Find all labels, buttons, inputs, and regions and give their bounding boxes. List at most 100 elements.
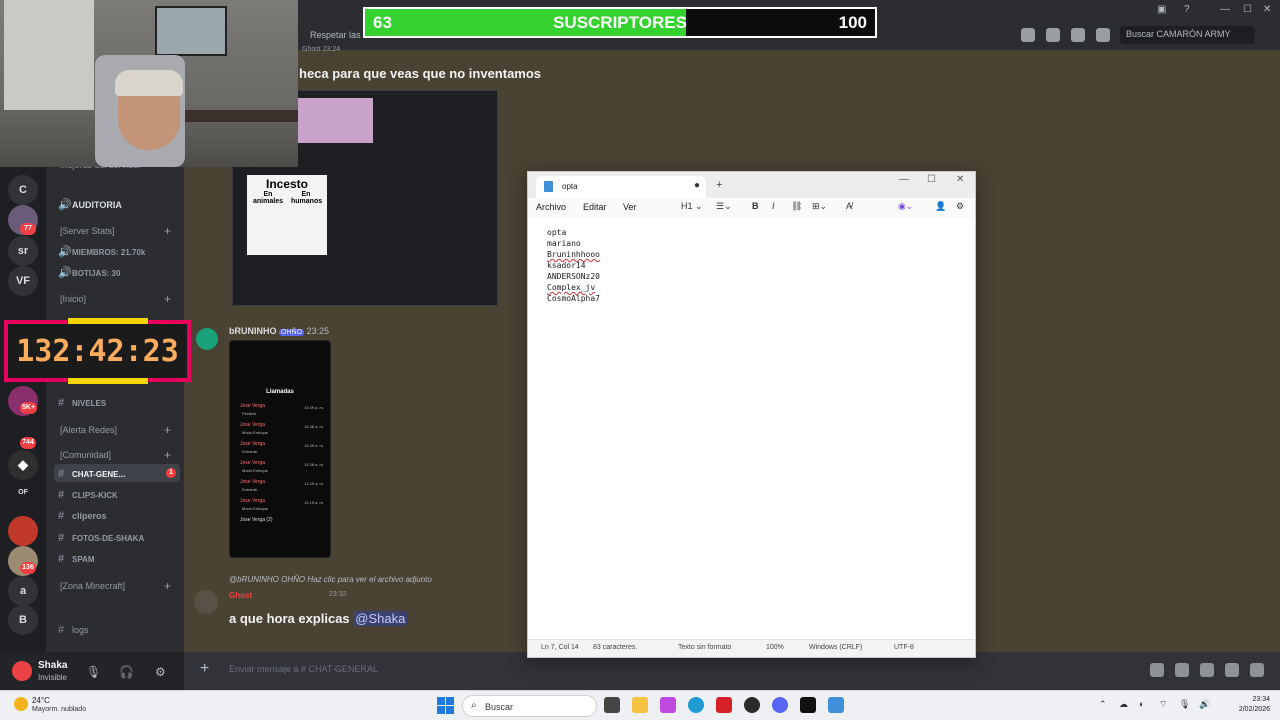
microphone-icon[interactable]: 🎙 [86, 665, 101, 679]
channel-members[interactable]: 🔊MIEMBROS: 21.70k [54, 241, 180, 259]
menu-archivo[interactable]: Archivo [536, 202, 566, 212]
server-icon[interactable]: a [8, 576, 38, 606]
channel-clips-kick[interactable]: # CLIPS-KICK [54, 485, 180, 503]
inbox-icon[interactable]: ▣ [1157, 4, 1166, 15]
user-mention[interactable]: @Shaka [353, 611, 408, 626]
channel-cliperos[interactable]: # cliperos [54, 506, 180, 524]
italic-icon[interactable]: I [772, 201, 775, 211]
discord-icon[interactable] [772, 697, 788, 713]
unsaved-dot-icon[interactable]: ● [694, 180, 700, 191]
channel-spam[interactable]: # SPAM [54, 549, 180, 567]
author-name[interactable]: bRUNINHO [229, 326, 277, 336]
copilot-icon[interactable] [660, 697, 676, 713]
server-icon[interactable]: B [8, 605, 38, 635]
settings-icon[interactable]: ⚙ [956, 201, 964, 212]
channel-fotos-de-shaka[interactable]: # FOTOS-DE-SHAKA [54, 528, 180, 546]
username[interactable]: Shaka [38, 660, 67, 671]
apps-icon[interactable] [1250, 663, 1264, 677]
windows-start-icon[interactable] [437, 697, 454, 714]
author-name[interactable]: Ghost [229, 591, 252, 600]
maximize-icon[interactable]: ☐ [927, 174, 936, 185]
copilot-icon[interactable]: ◉⌄ [898, 201, 913, 212]
threads-icon[interactable] [1021, 28, 1035, 42]
add-channel-icon[interactable]: + [164, 448, 171, 462]
channel-bots[interactable]: 🔊BOTIJAS: 30 [54, 262, 180, 280]
weather-icon[interactable] [14, 697, 28, 711]
close-icon[interactable]: ✕ [1263, 4, 1271, 15]
video-thumbnail[interactable] [298, 98, 373, 143]
search-input[interactable]: Buscar CAMARÓN ARMY [1120, 26, 1255, 44]
microphone-icon[interactable]: 🎙 [1179, 699, 1190, 710]
account-icon[interactable]: 👤 [935, 201, 946, 212]
taskbar-search[interactable]: ⌕ Buscar [462, 695, 597, 717]
onedrive-icon[interactable]: ☁ [1119, 699, 1128, 710]
notepad-taskbar-icon[interactable] [828, 697, 844, 713]
notepad-editor[interactable]: opta mariano Bruninhhooo ksador14 ANDERS… [528, 218, 975, 633]
channel-logs[interactable]: # logs [54, 620, 180, 638]
table-dropdown-icon[interactable]: ⊞⌄ [812, 201, 827, 212]
server-icon[interactable]: OF [8, 478, 38, 508]
clear-format-icon[interactable]: A̸ [846, 201, 852, 211]
add-channel-icon[interactable]: + [164, 224, 171, 238]
channel-auditoria[interactable]: 🔊AUDITORIA [54, 194, 180, 212]
minimize-icon[interactable]: — [899, 174, 909, 185]
sticker-icon[interactable] [1200, 663, 1214, 677]
tray-chevron-icon[interactable]: ⌃ [1099, 699, 1107, 710]
file-explorer-icon[interactable] [632, 697, 648, 713]
pin-icon[interactable] [1071, 28, 1085, 42]
notepad-tab[interactable]: opta ● [536, 176, 706, 198]
add-channel-icon[interactable]: + [164, 579, 171, 593]
add-channel-icon[interactable]: + [164, 423, 171, 437]
temperature[interactable]: 24°C [32, 696, 50, 705]
category-zona-minecraft[interactable]: [Zona Minecraft] [60, 581, 125, 591]
member-list-icon[interactable] [1096, 28, 1110, 42]
maximize-icon[interactable]: ☐ [1243, 4, 1252, 15]
server-icon[interactable]: ◆ [8, 450, 38, 480]
avatar[interactable] [12, 661, 32, 681]
wps-icon[interactable] [716, 697, 732, 713]
channel-chat-general[interactable]: # CHAT-GENE... 1 [54, 464, 180, 482]
message-input[interactable]: Enviar mensaje a # CHAT-GENERAL [229, 664, 378, 674]
clock-date[interactable]: 2/02/2026 [1220, 706, 1270, 713]
obs-icon[interactable] [744, 697, 760, 713]
reply-preview[interactable]: @bRUNINHO OHÑO Haz clic para ver el arch… [229, 575, 432, 584]
emoji-icon[interactable] [1225, 663, 1239, 677]
headphones-icon[interactable]: 🎧 [119, 665, 134, 679]
capcut-icon[interactable] [800, 697, 816, 713]
wifi-icon[interactable]: ⌔ [1159, 699, 1167, 710]
gif-icon[interactable] [1175, 663, 1189, 677]
server-icon[interactable]: C [8, 175, 38, 205]
category-alerta-redes[interactable]: [Alerta Redes] [60, 425, 117, 435]
category-comunidad[interactable]: [Comunidad] [60, 450, 111, 460]
meme-image[interactable]: Incesto En animales En humanos [247, 175, 327, 255]
bold-icon[interactable]: B [752, 201, 759, 211]
add-attachment-button[interactable]: + [200, 660, 209, 678]
add-channel-icon[interactable]: + [164, 292, 171, 306]
help-icon[interactable]: ? [1184, 4, 1190, 15]
heading-dropdown[interactable]: H1 ⌄ [681, 201, 703, 212]
category-server-stats[interactable]: [Server Stats] [60, 226, 115, 236]
phone-screenshot-attachment[interactable]: Llamadas Jose Verga Perdida 11:49 a. m. … [229, 340, 331, 558]
server-icon[interactable]: sr [8, 236, 38, 266]
list-dropdown-icon[interactable]: ☰⌄ [716, 201, 732, 212]
avatar[interactable] [194, 590, 218, 614]
close-icon[interactable]: ✕ [956, 174, 964, 185]
new-tab-button[interactable]: + [716, 179, 722, 191]
gift-icon[interactable] [1150, 663, 1164, 677]
avatar[interactable] [196, 328, 218, 350]
notifications-icon[interactable] [1046, 28, 1060, 42]
clock-time[interactable]: 23:34 [1220, 696, 1270, 703]
server-icon[interactable] [8, 516, 38, 546]
edge-icon[interactable] [688, 697, 704, 713]
menu-ver[interactable]: Ver [623, 202, 637, 212]
tray-app-icon[interactable]: ◐ [1139, 699, 1144, 709]
task-view-icon[interactable] [604, 697, 620, 713]
server-icon[interactable]: VF [8, 266, 38, 296]
link-icon[interactable]: ⛓ [791, 201, 802, 212]
minimize-icon[interactable]: — [1220, 4, 1230, 15]
channel-niveles[interactable]: # NIVELES [54, 393, 180, 411]
category-inicio[interactable]: [Inicio] [60, 294, 86, 304]
volume-icon[interactable]: 🔊 [1199, 699, 1210, 710]
menu-editar[interactable]: Editar [583, 202, 607, 212]
settings-icon[interactable]: ⚙ [155, 665, 166, 679]
